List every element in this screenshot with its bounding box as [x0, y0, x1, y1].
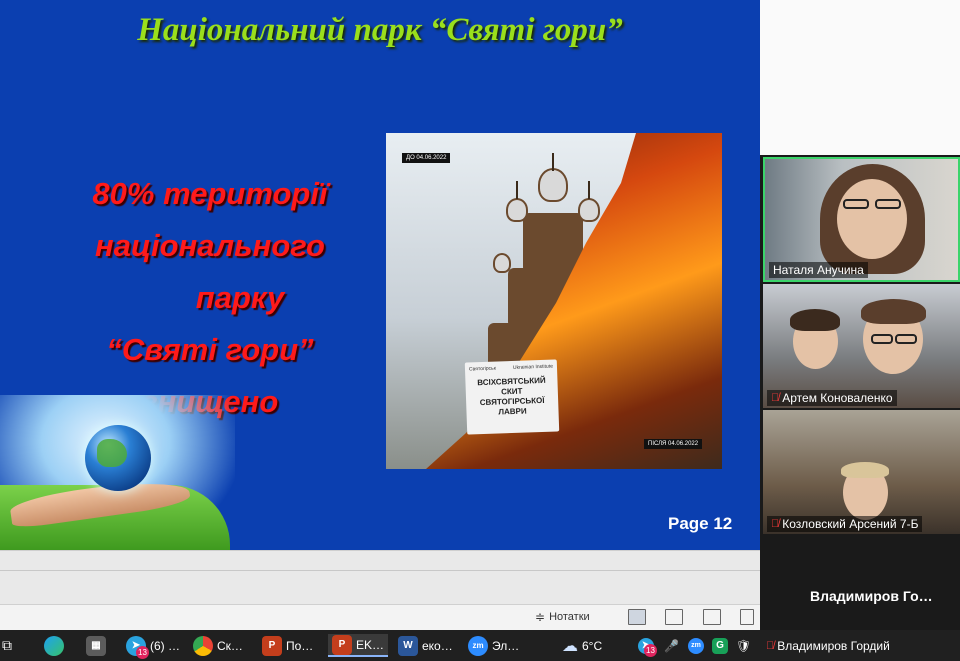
security-shield-icon[interactable]: 🛡	[736, 634, 751, 657]
after-date-label: ПІСЛЯ 04.06.2022	[644, 439, 703, 449]
slide-page-number: Page 12	[668, 514, 733, 533]
calculator-icon[interactable]: ▦	[86, 634, 106, 657]
slide-body-line: “Святі гори”	[106, 332, 314, 367]
normal-view-icon[interactable]	[628, 609, 646, 625]
slideshow-view-icon[interactable]	[740, 609, 754, 625]
participant-name-only-tile[interactable]: Владимиров Го…	[810, 588, 933, 604]
slide-body-text: 80% території національного парку “Святі…	[30, 168, 390, 428]
logo-right: Ukrainian Institute	[512, 363, 554, 371]
tray-app-icon[interactable]: ➤ 13	[638, 634, 657, 657]
cloud-icon: ☁	[562, 637, 578, 655]
slide-sorter-view-icon[interactable]	[665, 609, 683, 625]
mic-muted-icon: 🎙̸	[771, 518, 780, 530]
zoom-tray-icon[interactable]: zm	[688, 634, 704, 657]
participant-name: 🎙̸ Артем Коноваленко	[767, 390, 897, 406]
participant-tile-active[interactable]: Наталя Анучина	[763, 157, 960, 282]
notes-divider	[0, 570, 760, 571]
caption-card: Святогірськ Ukrainian Institute ВСІХСВЯТ…	[464, 359, 560, 435]
tray-notification-badge: 13	[644, 644, 657, 657]
participant-tile[interactable]: 🎙̸ Артем Коноваленко	[763, 284, 960, 408]
taskbar-word-button[interactable]: W еко…	[398, 634, 453, 657]
notes-pane[interactable]	[0, 550, 760, 604]
tray-green-icon[interactable]: G	[712, 634, 728, 657]
zoom-bottom-participant-name: 🎙̸ Владимиров Гордий	[766, 639, 890, 653]
participant-name: Наталя Анучина	[769, 262, 868, 278]
notes-icon: ≑	[535, 610, 546, 624]
church-before-after-image: ДО 04.06.2022 ПІСЛЯ 04.06.2022 Святогірс…	[386, 133, 722, 469]
notification-badge: 13	[136, 646, 149, 659]
logo-left: Святогірськ	[468, 365, 497, 373]
mic-muted-icon: 🎙̸	[766, 640, 775, 652]
weather-widget[interactable]: ☁ 6°C	[562, 634, 602, 657]
slide-body-line: національного	[95, 228, 325, 263]
taskbar-chrome-button[interactable]: Ск…	[193, 634, 243, 657]
globe-in-hand-image	[0, 395, 235, 550]
participant-name: 🎙̸ Козловский Арсений 7-Б	[767, 516, 923, 532]
reading-view-icon[interactable]	[703, 609, 721, 625]
participant-tile[interactable]: 🎙̸ Козловский Арсений 7-Б	[763, 410, 960, 534]
taskbar-powerpoint-button-1[interactable]: P По…	[262, 634, 313, 657]
task-view-icon[interactable]: ⧉	[2, 634, 12, 657]
taskbar-powerpoint-button-2[interactable]: P EK…	[328, 634, 389, 657]
notes-button-label: Нотатки	[549, 611, 590, 623]
slide-title: Національний парк “Святі гори”	[137, 12, 623, 48]
notes-button[interactable]: ≑ Нотатки	[535, 610, 590, 624]
caption-line-2: СВЯТОГІРСЬКОЇ ЛАВРИ	[479, 395, 545, 417]
ppt-status-bar: ≑ Нотатки	[0, 604, 760, 630]
taskbar-zoom-button[interactable]: zm Эл…	[468, 634, 519, 657]
weather-temperature: 6°C	[582, 638, 603, 653]
edge-browser-icon[interactable]	[44, 634, 64, 657]
slide-body-line: 80% території	[92, 176, 328, 211]
taskbar-telegram-button[interactable]: ➤ (6) … 13	[126, 634, 180, 659]
before-date-label: ДО 04.06.2022	[402, 153, 451, 163]
microphone-icon[interactable]: 🎤	[664, 634, 679, 657]
slide-body-line: парку	[195, 280, 285, 315]
mic-muted-icon: 🎙̸	[771, 392, 780, 404]
